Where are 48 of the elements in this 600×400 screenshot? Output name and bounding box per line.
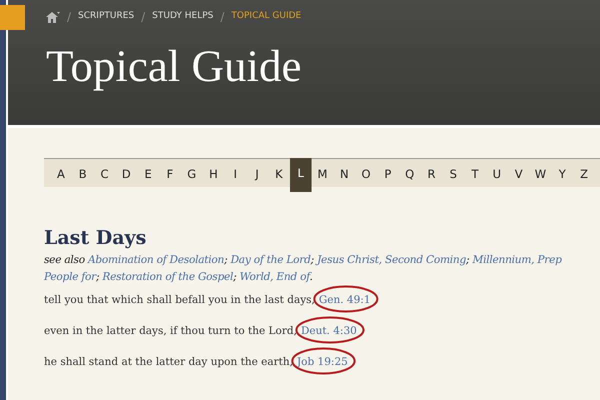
letter-tab[interactable]: N [333, 158, 356, 188]
letter-tab[interactable]: J [246, 158, 268, 188]
see-also-text: see also Abomination of Desolation; Day of the Lord; Jesus Christ, Second Coming; Millennium, Prep People for; Restoration of the Gospel; World, End of. [44, 252, 563, 285]
letter-tab[interactable]: D [115, 158, 138, 188]
page-title: Topical Guide [46, 44, 303, 89]
letter-tab[interactable]: A [50, 158, 72, 188]
letter-tab[interactable]: G [180, 158, 203, 188]
breadcrumb-link[interactable]: TOPICAL GUIDE [231, 10, 302, 24]
topic-link[interactable]: Day of the Lord [230, 254, 311, 266]
letter-tab[interactable]: B [72, 158, 94, 188]
letter-tab[interactable]: T [464, 158, 486, 188]
topic-link[interactable]: Millennium, Prep [472, 254, 562, 266]
topic-heading: Last Days [44, 227, 148, 250]
verse-text: he shall stand at the latter day upon the earth, [44, 355, 293, 370]
letter-tab[interactable]: Y [551, 158, 574, 188]
scripture-reference-link[interactable]: Gen. 49:1 [318, 294, 371, 306]
breadcrumb-link[interactable]: STUDY HELPS [152, 10, 214, 24]
letter-tab[interactable]: H [202, 158, 224, 188]
topic-link[interactable]: Restoration of the Gospel [102, 270, 234, 283]
breadcrumb-separator: / [220, 9, 224, 26]
letter-tab[interactable]: C [94, 158, 116, 188]
home-icon[interactable] [46, 12, 60, 22]
letter-tab[interactable]: O [355, 158, 377, 188]
breadcrumb-separator: / [67, 9, 72, 26]
letter-tab[interactable]: K [268, 158, 290, 188]
letter-tab[interactable]: S [442, 158, 464, 188]
letter-tab[interactable]: Q [398, 158, 421, 188]
scripture-reference-link[interactable]: Job 19:25 [296, 356, 348, 368]
breadcrumb-separator: / [141, 9, 146, 26]
letter-tab[interactable]: P [376, 158, 399, 188]
topic-link[interactable]: People for [44, 270, 96, 283]
verse-text: even in the latter days, if thou turn to the Lord, [44, 324, 297, 340]
letter-tab[interactable]: Z [573, 158, 595, 188]
letter-tab[interactable]: R [420, 158, 442, 188]
breadcrumb-link[interactable]: SCRIPTURES [78, 10, 134, 24]
topic-link[interactable]: Abomination of Desolation [88, 254, 224, 266]
letter-tab[interactable]: F [158, 158, 181, 188]
letter-tab[interactable]: L [290, 158, 312, 192]
letter-tab[interactable]: V [508, 158, 530, 188]
letter-tab[interactable]: U [486, 158, 508, 188]
scripture-reference-link[interactable]: Deut. 4:30 [300, 325, 357, 338]
topic-link[interactable]: Jesus Christ, Second Coming [317, 254, 466, 266]
letter-tab[interactable]: W [530, 158, 552, 188]
verse-text: tell you that which shall befall you in the last days, [44, 293, 315, 308]
letter-tab[interactable]: M [312, 158, 334, 188]
letter-tab[interactable]: I [224, 158, 246, 188]
topic-link[interactable]: World, End of [240, 270, 310, 283]
letter-tab[interactable]: E [137, 158, 159, 188]
